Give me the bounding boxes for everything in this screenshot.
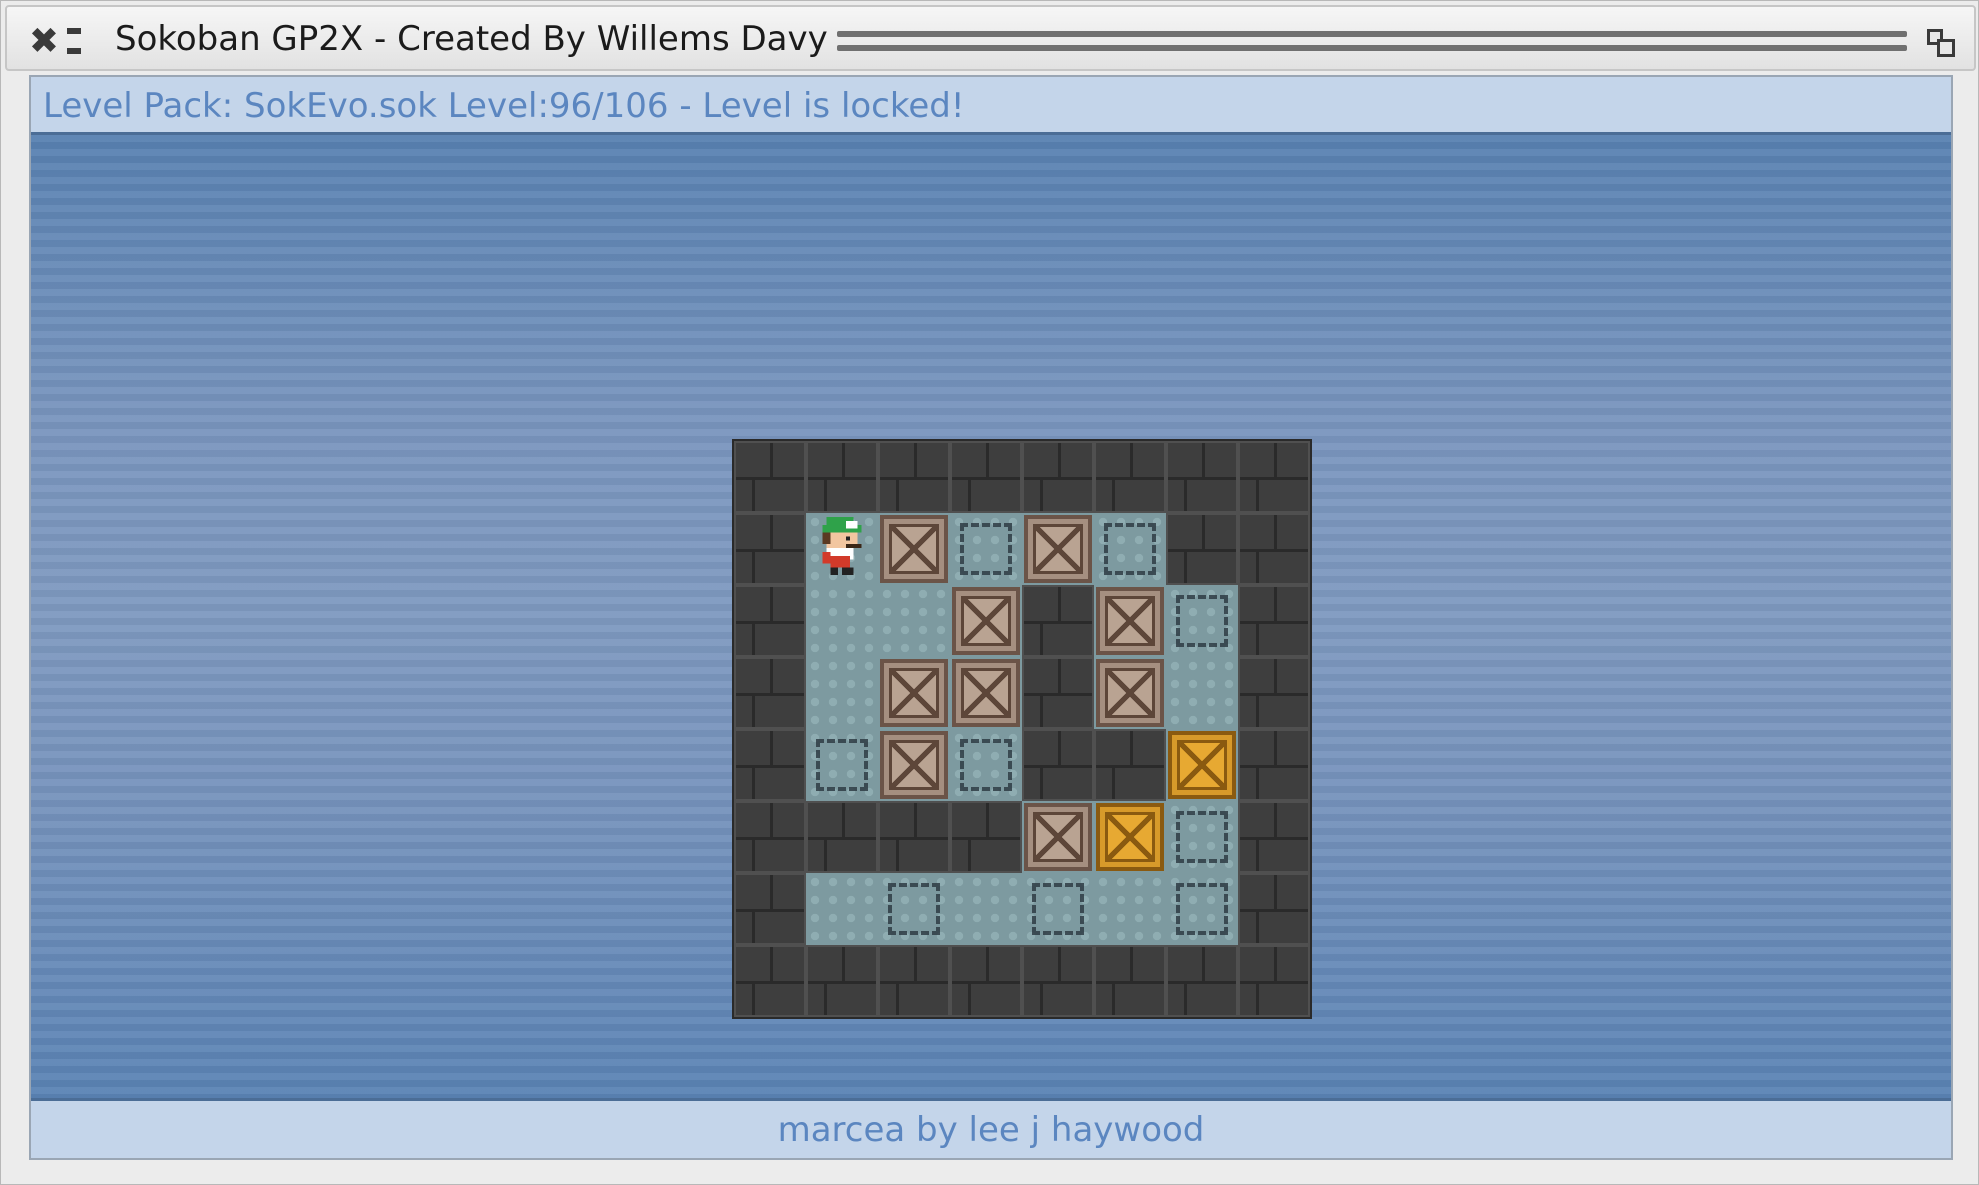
floor-tile: [878, 585, 950, 657]
floor-tile: [806, 873, 878, 945]
wall-tile: [1022, 657, 1094, 729]
wall-tile: [734, 729, 806, 801]
wall-tile: [950, 801, 1022, 873]
wall-tile: [950, 441, 1022, 513]
floor-tile: [1094, 585, 1166, 657]
wall-tile: [1094, 441, 1166, 513]
maximize-icon[interactable]: [1925, 27, 1959, 61]
goal-marker-icon: [888, 883, 940, 935]
floor-tile: [878, 513, 950, 585]
wall-tile: [806, 801, 878, 873]
wall-tile: [1238, 585, 1310, 657]
wall-tile: [806, 945, 878, 1017]
wall-tile: [1238, 801, 1310, 873]
goal-marker-icon: [1032, 883, 1084, 935]
floor-tile: [950, 873, 1022, 945]
goal-marker-icon: [960, 523, 1012, 575]
goal-tile: [806, 729, 878, 801]
floor-tile: [1022, 513, 1094, 585]
wall-tile: [950, 945, 1022, 1017]
goal-tile: [950, 729, 1022, 801]
level-status-text: Level Pack: SokEvo.sok Level:96/106 - Le…: [43, 86, 965, 126]
floor-tile: [1022, 801, 1094, 873]
wall-tile: [734, 657, 806, 729]
close-icon[interactable]: ✖: [27, 24, 61, 60]
floor-tile: [878, 729, 950, 801]
wall-tile: [878, 801, 950, 873]
wall-tile: [1238, 945, 1310, 1017]
wall-tile: [1238, 729, 1310, 801]
wall-tile: [1022, 441, 1094, 513]
goal-marker-icon: [1104, 523, 1156, 575]
wall-tile: [1238, 657, 1310, 729]
goal-marker-icon: [816, 739, 868, 791]
floor-tile: [1094, 801, 1166, 873]
goal-marker-icon: [1176, 595, 1228, 647]
wall-tile: [1094, 945, 1166, 1017]
goal-tile: [1022, 873, 1094, 945]
floor-tile: [806, 585, 878, 657]
wall-tile: [1166, 513, 1238, 585]
floor-tile: [950, 657, 1022, 729]
goal-marker-icon: [1176, 811, 1228, 863]
wall-tile: [734, 873, 806, 945]
goal-tile: [950, 513, 1022, 585]
wall-tile: [1166, 945, 1238, 1017]
floor-tile: [1094, 657, 1166, 729]
goal-tile: [1166, 801, 1238, 873]
wall-tile: [1022, 729, 1094, 801]
window-title: Sokoban GP2X - Created By Willems Davy: [115, 19, 828, 59]
wall-tile: [734, 585, 806, 657]
floor-tile: [1166, 657, 1238, 729]
wall-tile: [806, 441, 878, 513]
floor-tile: [806, 513, 878, 585]
wall-tile: [734, 945, 806, 1017]
title-bar[interactable]: ✖ Sokoban GP2X - Created By Willems Davy: [5, 5, 1976, 71]
game-board: [734, 441, 1310, 1017]
goal-tile: [878, 873, 950, 945]
wall-tile: [1094, 729, 1166, 801]
title-bar-grip: [837, 27, 1907, 57]
floor-tile: [1166, 729, 1238, 801]
floor-tile: [878, 657, 950, 729]
floor-tile: [950, 585, 1022, 657]
app-window: ✖ Sokoban GP2X - Created By Willems Davy…: [0, 0, 1979, 1185]
goal-tile: [1166, 873, 1238, 945]
footer-bar: marcea by lee j haywood: [31, 1098, 1951, 1158]
play-area: [31, 135, 1951, 1098]
goal-tile: [1166, 585, 1238, 657]
floor-tile: [806, 657, 878, 729]
goal-marker-icon: [960, 739, 1012, 791]
wall-tile: [1238, 441, 1310, 513]
goal-tile: [1094, 513, 1166, 585]
wall-tile: [734, 441, 806, 513]
floor-tile: [1094, 873, 1166, 945]
wall-tile: [878, 441, 950, 513]
shade-icon[interactable]: [67, 26, 83, 58]
goal-marker-icon: [1176, 883, 1228, 935]
wall-tile: [1238, 873, 1310, 945]
level-author-credit: marcea by lee j haywood: [777, 1110, 1205, 1150]
wall-tile: [1022, 585, 1094, 657]
wall-tile: [1022, 945, 1094, 1017]
wall-tile: [734, 513, 806, 585]
wall-tile: [878, 945, 950, 1017]
wall-tile: [734, 801, 806, 873]
status-bar: Level Pack: SokEvo.sok Level:96/106 - Le…: [31, 77, 1951, 135]
wall-tile: [1238, 513, 1310, 585]
game-client-area: Level Pack: SokEvo.sok Level:96/106 - Le…: [29, 75, 1953, 1160]
wall-tile: [1166, 441, 1238, 513]
